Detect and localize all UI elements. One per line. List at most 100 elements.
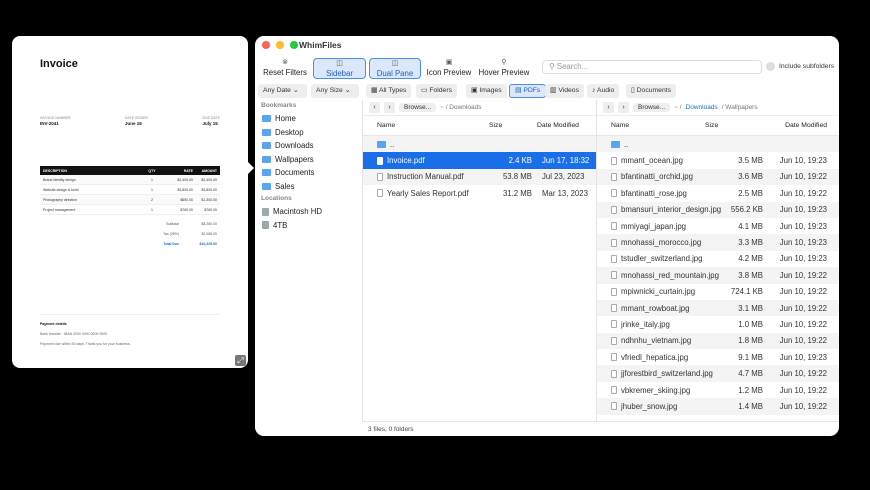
file-size: 3.8 MB — [738, 270, 763, 280]
file-name: bmansuri_interior_design.jpg — [597, 205, 721, 214]
invoice-total-due: Total Due $10,325.00 — [163, 242, 217, 246]
file-date: Jun 10, 19:22 — [779, 369, 827, 379]
sidebar-item-home[interactable]: Home — [255, 112, 362, 126]
sidebar-item-downloads[interactable]: Downloads — [255, 139, 362, 153]
file-row[interactable]: Instruction Manual.pdf 53.8 MB Jul 23, 202… — [363, 168, 596, 186]
filter-all-types[interactable]: ▦ All Types — [366, 84, 412, 98]
file-icon — [611, 320, 617, 329]
column-name[interactable]: Name — [363, 122, 489, 129]
sidebar-item-desktop[interactable]: Desktop — [255, 126, 362, 140]
file-row[interactable]: jhuber_snow.jpg 1.4 MB Jun 10, 19:22 — [597, 398, 839, 415]
file-row[interactable]: Yearly Sales Report.pdf 31.2 MB Mar 13, 20… — [363, 185, 596, 201]
magnifier-icon: ⚲ — [501, 59, 507, 66]
file-icon — [377, 189, 383, 198]
dual-pane-button[interactable]: ◫ Dual Pane — [369, 58, 421, 79]
file-row[interactable]: mnohassi_morocco.jpg 3.3 MB Jun 10, 19:23 — [597, 234, 839, 251]
file-row[interactable]: Invoice.pdf 2.4 KB Jun 17, 18:32 — [363, 152, 596, 169]
right-breadcrumb-home[interactable]: ~ / — [674, 104, 681, 111]
file-size: 3.6 MB — [738, 172, 763, 182]
column-date[interactable]: Date Modified — [537, 122, 579, 129]
file-row[interactable]: jjforestbird_switzerland.jpg 4.7 MB Jun 10… — [597, 365, 839, 382]
left-browse-button[interactable]: Browse... — [399, 103, 437, 112]
file-date: Jun 10, 19:23 — [779, 352, 827, 362]
file-icon — [377, 172, 383, 181]
filter-folders[interactable]: ▭ Folders — [416, 84, 457, 98]
sidebar-toggle-button[interactable]: ◫ Sidebar — [313, 58, 366, 79]
forward-icon[interactable]: › — [618, 102, 629, 113]
file-row[interactable]: mmant_rowboat.jpg 3.1 MB Jun 10, 19:22 — [597, 299, 839, 317]
file-name: mmant_rowboat.jpg — [597, 304, 705, 313]
file-size: 3.5 MB — [738, 156, 763, 166]
folder-icon — [262, 115, 271, 123]
right-browse-button[interactable]: Browse... — [633, 103, 671, 112]
file-name: .. — [363, 140, 478, 149]
file-size: 1.0 MB — [738, 319, 763, 329]
checkbox-icon — [766, 62, 775, 71]
window-title: WhimFiles — [299, 40, 342, 50]
file-row[interactable]: .. — [597, 136, 839, 153]
right-column-headers: Name Size Date Modified — [597, 116, 839, 136]
file-row[interactable]: vbkremer_skiing.jpg 1.2 MB Jun 10, 19:22 — [597, 382, 839, 398]
icon-preview-button[interactable]: ▣ Icon Preview — [426, 58, 472, 79]
date-filter-select[interactable]: Any Date ⌄ — [258, 84, 307, 98]
file-row[interactable]: mpiwnicki_curtain.jpg 724.1 KB Jun 10, 19:… — [597, 284, 839, 300]
filter-images[interactable]: ▣ Images — [466, 84, 507, 98]
forward-icon[interactable]: › — [384, 102, 395, 113]
title-bar: WhimFiles — [255, 36, 839, 54]
invoice-tax: Tax (25%) $2,065.00 — [163, 232, 217, 236]
sidebar-icon: ◫ — [336, 60, 343, 67]
column-size[interactable]: Size — [489, 122, 537, 129]
file-row[interactable]: mnohassi_red_mountain.jpg 3.8 MB Jun 10, 1… — [597, 267, 839, 284]
file-row[interactable]: bfantinatti_rose.jpg 2.5 MB Jun 10, 19:22 — [597, 185, 839, 201]
invoice-meta: INVOICE NUMBER INV-2041 DATE ISSUED June 1… — [40, 116, 220, 126]
file-name: bfantinatti_orchid.jpg — [597, 172, 705, 181]
file-row[interactable]: bfantinatti_orchid.jpg 3.6 MB Jun 10, 19:2… — [597, 168, 839, 186]
reset-filters-button[interactable]: ⊗ Reset Filters — [262, 58, 308, 79]
left-pane: ‹ › Browse... ~ / Downloads Name Size Da… — [362, 100, 596, 421]
size-filter-select[interactable]: Any Size ⌄ — [311, 84, 359, 98]
column-size[interactable]: Size — [705, 122, 769, 129]
sidebar-item-sales[interactable]: Sales — [255, 180, 362, 194]
file-row[interactable]: bmansuri_interior_design.jpg 556.2 KB Jun … — [597, 201, 839, 218]
invoice-table: DESCRIPTION QTY RATE AMOUNT Brand identi… — [40, 166, 220, 249]
sidebar-item-documents[interactable]: Documents — [255, 166, 362, 180]
file-name: mnohassi_morocco.jpg — [597, 238, 705, 247]
expand-icon[interactable]: ⤢ — [235, 355, 246, 366]
dual-pane-icon: ◫ — [391, 60, 399, 67]
sidebar-location-1[interactable]: 4TB — [255, 219, 362, 233]
file-row[interactable]: ndhnhu_vietnam.jpg 1.8 MB Jun 10, 19:22 — [597, 332, 839, 350]
file-row[interactable]: mmiyagi_japan.jpg 4.1 MB Jun 10, 19:23 — [597, 218, 839, 234]
invoice-line-item: Photography direction 2 $650.00 $1,300.00 — [40, 195, 220, 205]
file-size: 4.2 MB — [738, 254, 763, 264]
close-window-button[interactable] — [262, 41, 270, 49]
sidebar-item-wallpapers[interactable]: Wallpapers — [255, 153, 362, 167]
right-breadcrumb-parent[interactable]: Downloads — [686, 104, 718, 111]
search-input[interactable]: ⚲ Search... — [542, 60, 762, 74]
back-icon[interactable]: ‹ — [369, 102, 380, 113]
include-subfolders-toggle[interactable]: Include subfolders — [766, 62, 834, 71]
back-icon[interactable]: ‹ — [603, 102, 614, 113]
minimize-window-button[interactable] — [276, 41, 284, 49]
file-size: 9.1 MB — [738, 352, 763, 362]
filter-audio[interactable]: ♪ Audio — [587, 84, 620, 98]
left-breadcrumb[interactable]: ~ / Downloads — [440, 104, 481, 111]
file-name: ndhnhu_vietnam.jpg — [597, 336, 705, 345]
zoom-window-button[interactable] — [290, 41, 298, 49]
filter-documents[interactable]: ▯ Documents — [626, 84, 677, 98]
file-date: Jun 10, 19:23 — [779, 254, 827, 264]
file-row[interactable]: jrinke_italy.jpg 1.0 MB Jun 10, 19:22 — [597, 316, 839, 332]
file-row[interactable]: mmant_ocean.jpg 3.5 MB Jun 10, 19:23 — [597, 152, 839, 168]
file-row[interactable]: .. — [363, 136, 596, 153]
filter-videos[interactable]: ▥ Videos — [545, 84, 584, 98]
invoice-line-item: Website design & build 1 $3,800.00 $3,800.0… — [40, 185, 220, 195]
file-name: mmant_ocean.jpg — [597, 156, 705, 165]
column-date[interactable]: Date Modified — [769, 122, 839, 129]
column-name[interactable]: Name — [597, 122, 705, 129]
file-row[interactable]: vfriedl_hepatica.jpg 9.1 MB Jun 10, 19:23 — [597, 349, 839, 365]
sidebar-item-label: Wallpapers — [275, 154, 314, 164]
sidebar-location-0[interactable]: Macintosh HD — [255, 205, 362, 219]
file-size: 3.1 MB — [738, 303, 763, 313]
filter-pdfs[interactable]: ▤ PDFs — [509, 84, 547, 98]
hover-preview-button[interactable]: ⚲ Hover Preview — [478, 58, 530, 79]
file-row[interactable]: tstudler_switzerland.jpg 4.2 MB Jun 10, 19… — [597, 251, 839, 267]
